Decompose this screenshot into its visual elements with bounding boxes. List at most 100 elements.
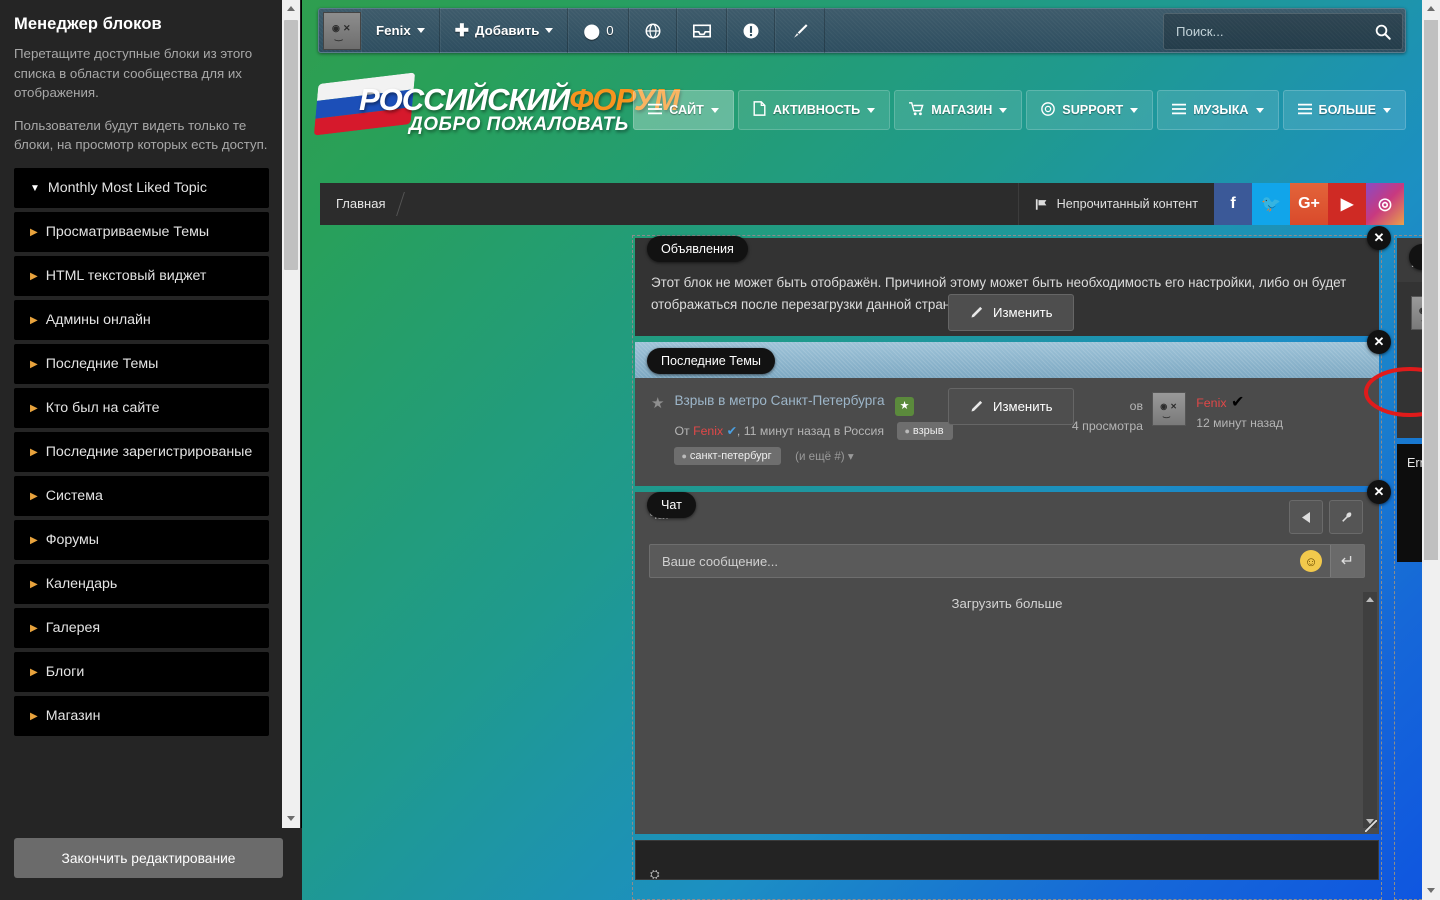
nav-button-активность[interactable]: АКТИВНОСТЬ — [737, 90, 891, 130]
caret-right-icon: ▶ — [30, 622, 38, 634]
topic-tag[interactable]: ● взрыв — [897, 422, 953, 440]
block-manager-item[interactable]: ▶ Последние зарегистрированые — [14, 431, 269, 472]
unread-content-label: Непрочитанный контент — [1056, 197, 1198, 211]
main-column-dropzone[interactable]: Объявления ✕ Этот блок не может быть ото… — [632, 226, 1391, 900]
star-icon[interactable]: ★ — [651, 394, 664, 412]
block-manager-item[interactable]: ▶ Система — [14, 475, 269, 516]
block-manager-item[interactable]: ▶ Блоги — [14, 651, 269, 692]
block-latest-topics-close-icon[interactable]: ✕ — [1367, 330, 1391, 354]
globe-button[interactable] — [628, 8, 677, 53]
exclamation-icon — [743, 23, 759, 38]
block-manager-item[interactable]: ▶ Кто был на сайте — [14, 387, 269, 428]
block-manager-item[interactable]: ▶ Календарь — [14, 563, 269, 604]
block-manager-footer: Закончить редактирование — [0, 828, 302, 900]
block-announcements-edit-button[interactable]: Изменить — [948, 294, 1074, 331]
theme-brush-button[interactable] — [774, 8, 825, 53]
nav-button-сайт[interactable]: САЙТ — [633, 90, 734, 130]
block-manager-item[interactable]: ▶ Просматриваемые Темы — [14, 211, 269, 252]
caret-right-icon: ▶ — [30, 358, 38, 370]
inbox-button[interactable] — [676, 8, 727, 53]
topic-title[interactable]: Взрыв в метро Санкт-Петербурга — [674, 393, 884, 408]
nav-button-больше[interactable]: БОЛЬШЕ — [1282, 90, 1406, 130]
notification-count: 0 — [606, 23, 614, 38]
block-manager-description-2: Пользователи будут видеть только те блок… — [14, 117, 268, 153]
block-manager-item[interactable]: ▶ Галерея — [14, 607, 269, 648]
chat-collapse-button[interactable] — [1289, 500, 1323, 534]
scrollbar-thumb[interactable] — [284, 20, 298, 270]
chat-load-more-button[interactable]: Загрузить больше — [635, 578, 1379, 619]
alert-button[interactable] — [726, 8, 775, 53]
emoji-icon[interactable]: ☺ — [1300, 550, 1322, 572]
chat-settings-button[interactable] — [1329, 500, 1363, 534]
last-poster-name[interactable]: Fenix — [1196, 396, 1226, 410]
chat-send-button[interactable]: ↵ — [1330, 545, 1364, 577]
hamburger-icon — [1297, 103, 1312, 118]
nav-button-label: SUPPORT — [1062, 103, 1124, 117]
admin-toolbar: ◉ ✕ ‿ Fenix ✚ Добавить ⬤ 0 — [318, 8, 1406, 53]
site-logo[interactable]: РОССИЙСКИЙФОРУМ ДОБРО ПОЖАЛОВАТЬ — [313, 72, 680, 136]
topic-more-tags[interactable]: (и ещё #) ▾ — [795, 450, 854, 463]
nav-button-музыка[interactable]: МУЗЫКА — [1157, 90, 1279, 130]
block-manager-item[interactable]: ▶ Форумы — [14, 519, 269, 560]
block-manager-item[interactable]: ▶ HTML текстовый виджет — [14, 255, 269, 296]
block-chat-close-icon[interactable]: ✕ — [1367, 480, 1391, 504]
twitter-icon[interactable]: 🐦 — [1252, 183, 1290, 225]
avatar[interactable]: ◉✕‿ — [1411, 296, 1422, 330]
topic-tag[interactable]: ● санкт-петербург — [674, 447, 781, 465]
chat-message-input[interactable]: Ваше сообщение... ☺ ↵ — [649, 544, 1365, 578]
search-button[interactable] — [1364, 14, 1402, 49]
page-scrollbar[interactable] — [1422, 0, 1440, 900]
scroll-up-arrow-icon[interactable] — [1363, 592, 1377, 606]
avatar[interactable]: ◉✕‿ — [1152, 392, 1187, 426]
search-box[interactable] — [1163, 13, 1403, 50]
block-forums-partial[interactable]: ⛭ — [635, 840, 1379, 881]
nav-button-магазин[interactable]: МАГАЗИН — [894, 90, 1023, 130]
scroll-down-arrow-icon[interactable] — [1422, 882, 1440, 900]
instagram-icon[interactable]: ◎ — [1366, 183, 1404, 225]
search-input[interactable] — [1164, 24, 1364, 39]
scroll-up-arrow-icon[interactable] — [1422, 0, 1440, 18]
notifications-button[interactable]: ⬤ 0 — [568, 8, 629, 53]
block-latest-topics-edit-button[interactable]: Изменить — [948, 388, 1074, 425]
chat-resize-handle[interactable] — [1365, 820, 1377, 832]
side-column-dropzone[interactable]: Последние Зарегистрированные ✕ Последние… — [1394, 235, 1422, 900]
googleplus-icon[interactable]: G+ — [1290, 183, 1328, 225]
chat-scrollbar[interactable] — [1363, 592, 1377, 828]
user-menu[interactable]: Fenix — [361, 8, 440, 53]
chevron-down-icon — [1130, 107, 1139, 113]
block-error[interactable]: Error — [1397, 444, 1422, 562]
add-menu[interactable]: ✚ Добавить — [439, 8, 569, 53]
breadcrumb-home[interactable]: Главная — [320, 183, 407, 225]
block-manager-item[interactable]: ▶ Магазин — [14, 695, 269, 736]
block-announcements[interactable]: Объявления ✕ Этот блок не может быть ото… — [635, 226, 1391, 336]
block-recent-registered-body: ◉✕‿ Fenix Присоединился 4 часа назад Изм… — [1397, 282, 1422, 345]
nav-button-label: БОЛЬШЕ — [1318, 103, 1376, 117]
block-announcements-close-icon[interactable]: ✕ — [1367, 226, 1391, 250]
nav-button-support[interactable]: SUPPORT — [1026, 90, 1154, 130]
block-manager-scrollbar[interactable] — [282, 0, 300, 828]
block-manager-item[interactable]: ▶ Последние Темы — [14, 343, 269, 384]
topic-more-tags-label: (и ещё #) — [795, 450, 845, 463]
caret-right-icon: ▶ — [30, 578, 38, 590]
block-manager-item-label: Магазин — [45, 707, 101, 724]
scrollbar-thumb[interactable] — [1424, 20, 1438, 560]
finish-editing-button[interactable]: Закончить редактирование — [14, 838, 283, 878]
block-recent-registered[interactable]: Последние Зарегистрированные ✕ Последние… — [1397, 238, 1422, 438]
block-manager-item[interactable]: ▶ Админы онлайн — [14, 299, 269, 340]
topic-author[interactable]: Fenix — [693, 424, 723, 438]
topic-tags-row: ● санкт-петербург (и ещё #) ▾ — [674, 447, 952, 465]
flag-icon — [1035, 198, 1047, 210]
block-latest-topics[interactable]: Последние Темы ✕ Последние Темы ★ Взрыв … — [635, 330, 1391, 486]
block-manager-item[interactable]: ▼ Monthly Most Liked Topic — [14, 167, 269, 208]
unread-content-link[interactable]: Непрочитанный контент — [1017, 183, 1214, 225]
bell-icon: ⬤ — [583, 22, 601, 40]
block-chat[interactable]: Чат ✕ Чат Ваше сообщение... ☺ ↵ Загрузит… — [635, 480, 1391, 834]
paintbrush-icon — [793, 23, 808, 38]
scroll-up-arrow-icon[interactable] — [282, 0, 300, 18]
avatar[interactable]: ◉✕‿ — [323, 11, 361, 50]
facebook-icon[interactable]: f — [1214, 183, 1252, 225]
scroll-down-arrow-icon[interactable] — [282, 810, 300, 828]
block-manager-item-label: Система — [45, 487, 103, 504]
youtube-icon[interactable]: ▶ — [1328, 183, 1366, 225]
tag-dot-icon: ● — [681, 451, 687, 461]
